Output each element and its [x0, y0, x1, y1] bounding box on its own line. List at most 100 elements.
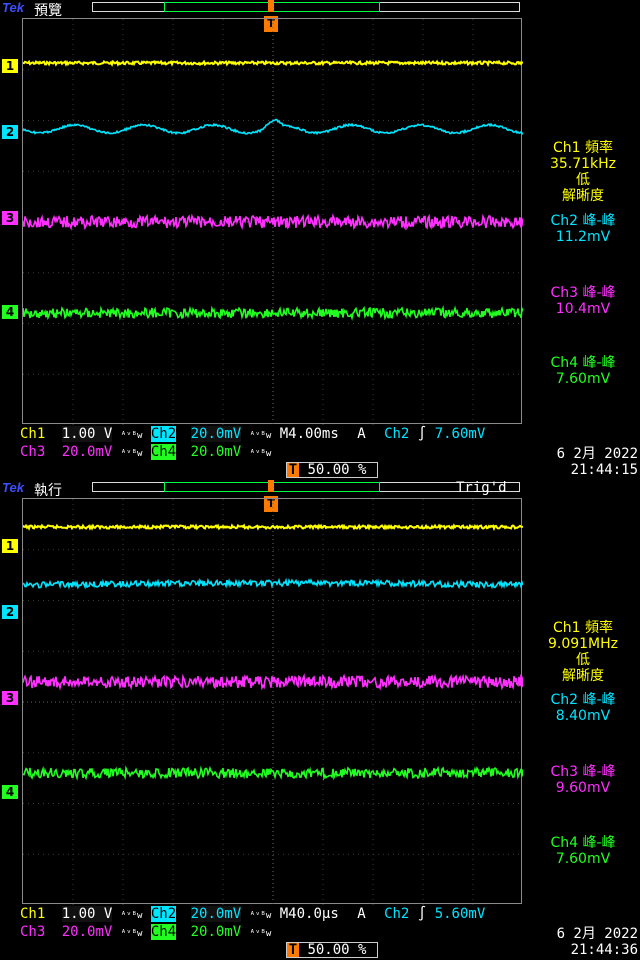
trigger-status: Trig'd [456, 480, 507, 496]
ch1-scale[interactable]: 1.00 V [61, 426, 113, 442]
graticule-grid [23, 499, 523, 905]
ch4-meas-value: 7.60mV [555, 851, 611, 867]
ch4-label[interactable]: Ch4 [150, 924, 177, 940]
ch3-label[interactable]: Ch3 [20, 444, 45, 460]
ch4-meas-label: Ch4 峰-峰 [550, 835, 616, 851]
ch3-marker[interactable]: 3 [2, 211, 18, 225]
trigger-level[interactable]: 5.60mV [435, 906, 486, 922]
ch1-marker[interactable]: 1 [2, 539, 18, 553]
waveform-graticule [22, 18, 523, 425]
ch3-meas-label: Ch3 峰-峰 [550, 764, 616, 780]
ch1-waveform [23, 59, 523, 68]
ch1-meas-note2: 解晰度 [562, 188, 604, 204]
date: 6 2月 2022 [556, 926, 638, 942]
ch3-meas-label: Ch3 峰-峰 [550, 285, 616, 301]
trigger-position-icon [268, 480, 274, 492]
trigger-mode[interactable]: A [357, 906, 365, 922]
ch4-marker[interactable]: 4 [2, 305, 18, 319]
measurement-ch3: Ch3 峰-峰 9.60mV [526, 764, 640, 796]
ch2-scale[interactable]: 20.0mV [190, 906, 242, 922]
timebase[interactable]: M4.00ms [280, 426, 339, 442]
ch2-meas-value: 8.40mV [555, 708, 611, 724]
brand-logo: Tek [2, 480, 24, 495]
ch3-waveform [23, 213, 523, 231]
trigger-slope-icon: ∫ [417, 906, 427, 922]
ch1-meas-note1: 低 [576, 652, 590, 668]
ch2-marker[interactable]: 2 [2, 125, 18, 139]
brand-logo: Tek [2, 0, 24, 15]
trigger-position-icon [268, 0, 274, 12]
ch1-waveform [23, 523, 523, 532]
ch1-meas-label: Ch1 頻率 [552, 140, 613, 156]
measurement-ch2: Ch2 峰-峰 11.2mV [526, 213, 640, 245]
top-bar: Tek 預覽 [0, 0, 640, 19]
ch3-marker[interactable]: 3 [2, 691, 18, 705]
measurement-ch2: Ch2 峰-峰 8.40mV [526, 692, 640, 724]
trigger-position[interactable]: T 50.00 % [286, 462, 378, 478]
ch4-label[interactable]: Ch4 [150, 444, 177, 460]
status-row-2: Ch3 20.0mV ᴬᵛᴮw Ch4 20.0mV ᴬᵛᴮw [20, 444, 271, 462]
ch4-marker[interactable]: 4 [2, 785, 18, 799]
ch1-label[interactable]: Ch1 [20, 426, 45, 442]
ch3-meas-value: 9.60mV [555, 780, 611, 796]
measurement-ch1: Ch1 頻率 35.71kHz 低 解晰度 [526, 140, 640, 204]
ch4-scale[interactable]: 20.0mV [191, 924, 242, 940]
ch3-meas-value: 10.4mV [555, 301, 611, 317]
ch1-meas-label: Ch1 頻率 [552, 620, 613, 636]
ch3-label[interactable]: Ch3 [20, 924, 45, 940]
bandwidth-icon: ᴬᵛᴮw [249, 929, 272, 939]
ch3-scale[interactable]: 20.0mV [62, 444, 113, 460]
ch2-label[interactable]: Ch2 [150, 906, 177, 922]
ch2-scale[interactable]: 20.0mV [190, 426, 242, 442]
ch4-meas-value: 7.60mV [555, 371, 611, 387]
ch4-scale[interactable]: 20.0mV [191, 444, 242, 460]
status-row-1: Ch1 1.00 V ᴬᵛᴮw Ch2 20.0mV ᴬᵛᴮw M40.0µs … [20, 906, 485, 924]
trigger-t-icon: T [287, 942, 299, 958]
bandwidth-icon: ᴬᵛᴮw [249, 449, 272, 459]
ch2-waveform [23, 577, 523, 590]
ch2-meas-label: Ch2 峰-峰 [550, 692, 616, 708]
bandwidth-icon: ᴬᵛᴮw [120, 911, 143, 921]
ch3-scale[interactable]: 20.0mV [62, 924, 113, 940]
acquisition-mode: 預覽 [34, 3, 62, 19]
bandwidth-icon: ᴬᵛᴮw [120, 449, 143, 459]
date: 6 2月 2022 [556, 446, 638, 462]
ch2-label[interactable]: Ch2 [150, 426, 177, 442]
measurement-ch4: Ch4 峰-峰 7.60mV [526, 355, 640, 387]
trigger-source[interactable]: Ch2 [384, 906, 409, 922]
top-bar: Tek 執行 Trig'd [0, 480, 640, 499]
trigger-position-value: 50.00 % [307, 462, 367, 478]
measurement-ch4: Ch4 峰-峰 7.60mV [526, 835, 640, 867]
ch1-meas-value: 9.091MHz [547, 636, 619, 652]
ch1-marker[interactable]: 1 [2, 59, 18, 73]
waveform-graticule [22, 498, 523, 905]
ch1-meas-note2: 解晰度 [562, 668, 604, 684]
trigger-t-icon: T [287, 462, 299, 478]
measurement-ch1: Ch1 頻率 9.091MHz 低 解晰度 [526, 620, 640, 684]
acquisition-mode: 執行 [34, 483, 62, 499]
time: 21:44:15 [570, 462, 638, 478]
ch1-label[interactable]: Ch1 [20, 906, 45, 922]
timebase[interactable]: M40.0µs [280, 906, 339, 922]
ch4-waveform [23, 765, 523, 781]
trigger-position-value: 50.00 % [307, 942, 367, 958]
ch1-meas-note1: 低 [576, 172, 590, 188]
ch2-meas-value: 11.2mV [555, 229, 611, 245]
bandwidth-icon: ᴬᵛᴮw [120, 431, 143, 441]
scope-panel-preview: Tek 預覽 T 1 2 3 4 Ch1 頻率 35.71kHz 低 解晰度 C… [0, 0, 640, 480]
date-time: 6 2月 2022 21:44:15 [538, 446, 638, 478]
ch4-meas-label: Ch4 峰-峰 [550, 355, 616, 371]
scope-panel-run: Tek 執行 Trig'd T 1 2 3 4 Ch1 頻率 9.091MHz … [0, 480, 640, 960]
ch4-waveform [23, 304, 523, 322]
ch3-waveform [23, 673, 523, 691]
time: 21:44:36 [570, 942, 638, 958]
trigger-source[interactable]: Ch2 [384, 426, 409, 442]
ch1-scale[interactable]: 1.00 V [61, 906, 113, 922]
status-row-2: Ch3 20.0mV ᴬᵛᴮw Ch4 20.0mV ᴬᵛᴮw [20, 924, 271, 942]
trigger-position[interactable]: T 50.00 % [286, 942, 378, 958]
ch2-meas-label: Ch2 峰-峰 [550, 213, 616, 229]
trigger-level[interactable]: 7.60mV [435, 426, 486, 442]
trigger-mode[interactable]: A [357, 426, 365, 442]
bandwidth-icon: ᴬᵛᴮw [249, 431, 272, 441]
ch2-marker[interactable]: 2 [2, 605, 18, 619]
